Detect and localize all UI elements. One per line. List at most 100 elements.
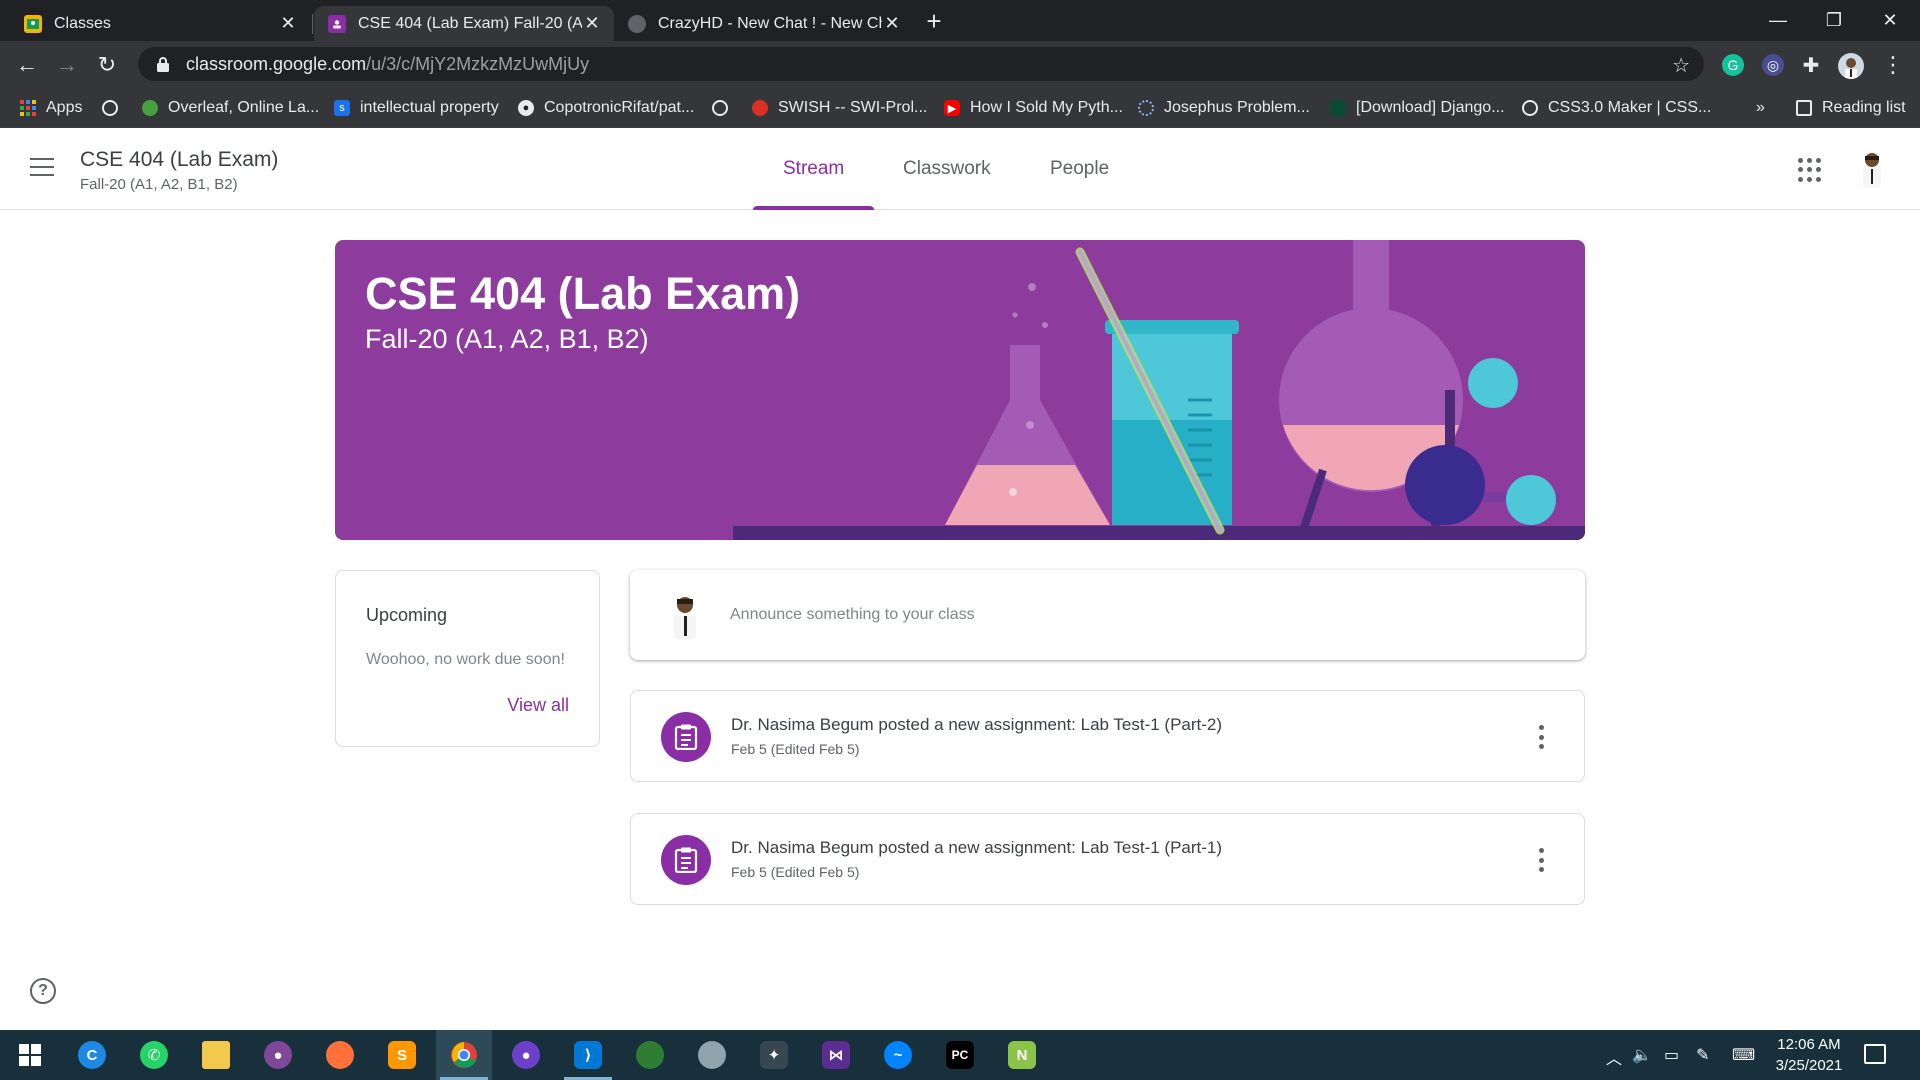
pen-icon[interactable]: ✎ <box>1696 1045 1709 1065</box>
chrome-menu-icon[interactable]: ⋮ <box>1878 50 1908 80</box>
windows-start-icon[interactable] <box>2 1030 58 1080</box>
visual-studio-icon[interactable]: ⋈ <box>808 1030 864 1080</box>
course-title[interactable]: CSE 404 (Lab Exam) <box>80 148 278 172</box>
close-window-button[interactable]: ✕ <box>1860 0 1920 41</box>
messenger-icon[interactable]: ~ <box>870 1030 926 1080</box>
bookmark-label: SWISH -- SWI-Prol... <box>778 99 928 116</box>
tab-classwork[interactable]: Classwork <box>873 128 1021 210</box>
bookmark-star-icon[interactable]: ☆ <box>1672 53 1690 78</box>
swish-icon <box>752 100 768 116</box>
earth-icon[interactable] <box>622 1030 678 1080</box>
ccleaner-icon[interactable]: C <box>64 1030 120 1080</box>
stream-post[interactable]: Dr. Nasima Begum posted a new assignment… <box>630 690 1585 782</box>
bookmark-label: CSS3.0 Maker | CSS... <box>1548 99 1712 116</box>
post-date: Feb 5 (Edited Feb 5) <box>731 741 860 757</box>
notification-center-icon[interactable] <box>1864 1044 1886 1064</box>
bookmark-intellectual-property[interactable]: s intellectual property <box>334 96 499 120</box>
vscode-icon[interactable]: ⟩ <box>560 1030 616 1080</box>
view-all-link[interactable]: View all <box>507 695 569 716</box>
bookmark-django[interactable]: [Download] Django... <box>1330 96 1505 120</box>
bookmark-label: How I Sold My Pyth... <box>970 99 1123 116</box>
post-title[interactable]: Dr. Nasima Begum posted a new assignment… <box>731 838 1222 858</box>
profile-avatar[interactable] <box>1838 53 1864 79</box>
reading-list-button[interactable]: Reading list <box>1796 96 1906 120</box>
pycharm-icon[interactable]: PC <box>932 1030 988 1080</box>
tab-crazyhd[interactable]: CrazyHD - New Chat ! - New Cha ✕ <box>614 6 914 41</box>
bookmark-apps[interactable]: Apps <box>20 96 82 120</box>
tab-divider <box>312 14 313 34</box>
back-button[interactable]: ← <box>12 50 42 80</box>
github-icon: ● <box>518 100 534 116</box>
network-icon[interactable]: ▭ <box>1664 1045 1679 1065</box>
main-menu-icon[interactable] <box>30 158 58 180</box>
class-banner: CSE 404 (Lab Exam) Fall-20 (A1, A2, B1, … <box>335 240 1585 540</box>
announce-box[interactable]: Announce something to your class <box>630 570 1585 660</box>
forward-button[interactable]: → <box>52 50 82 80</box>
grammarly-icon[interactable]: G <box>1722 54 1744 76</box>
notepad-plus-plus-icon[interactable]: N <box>994 1030 1050 1080</box>
restore-button[interactable]: ❐ <box>1804 0 1864 41</box>
banner-subtitle: Fall-20 (A1, A2, B1, B2) <box>365 324 649 354</box>
django-icon <box>1330 100 1346 116</box>
reload-button[interactable]: ↻ <box>92 50 122 80</box>
spider-icon[interactable] <box>684 1030 740 1080</box>
puzzle-extensions-icon[interactable]: ✚ <box>1800 54 1822 77</box>
minimize-button[interactable]: — <box>1748 0 1808 41</box>
tor-browser-icon[interactable]: ● <box>250 1030 306 1080</box>
bookmark-github[interactable]: ● CopotronicRifat/pat... <box>518 96 694 120</box>
firefox-icon[interactable] <box>312 1030 368 1080</box>
extension-icon[interactable]: ◎ <box>1762 54 1784 76</box>
windows-taskbar: C ✆ ● S ● ⟩ ✦ ⋈ ~ PC N ︿ 🔈 ▭ ✎ ⌨ 12:06 A… <box>0 1030 1920 1080</box>
file-explorer-icon[interactable] <box>188 1030 244 1080</box>
inkscape-icon[interactable]: ✦ <box>746 1030 802 1080</box>
apps-grid-icon <box>20 100 36 116</box>
url-text: classroom.google.com/u/3/c/MjY2MzkzMzUwM… <box>186 54 589 75</box>
sublime-text-icon[interactable]: S <box>374 1030 430 1080</box>
loading-icon <box>1138 100 1154 116</box>
stream-post[interactable]: Dr. Nasima Begum posted a new assignment… <box>630 813 1585 905</box>
tab-cse404[interactable]: CSE 404 (Lab Exam) Fall-20 (A1, A ✕ <box>314 6 614 41</box>
bookmark-josephus[interactable]: Josephus Problem... <box>1138 96 1310 120</box>
globe-icon <box>102 100 118 116</box>
globe-icon <box>712 100 728 116</box>
course-section: Fall-20 (A1, A2, B1, B2) <box>80 176 238 193</box>
close-tab-icon[interactable]: ✕ <box>882 13 902 34</box>
upcoming-card: Upcoming Woohoo, no work due soon! View … <box>335 570 600 747</box>
close-tab-icon[interactable]: ✕ <box>278 13 298 34</box>
google-apps-icon[interactable] <box>1798 158 1822 182</box>
chrome-icon[interactable] <box>436 1030 492 1080</box>
close-tab-icon[interactable]: ✕ <box>582 13 602 34</box>
reading-list-icon <box>1796 100 1812 116</box>
bookmark-globe-2[interactable] <box>712 96 738 120</box>
url-path: /u/3/c/MjY2MzkzMzUwMjUy <box>366 53 590 74</box>
account-avatar[interactable] <box>1852 148 1892 188</box>
bookmark-youtube[interactable]: ▶ How I Sold My Pyth... <box>944 96 1123 120</box>
volume-icon[interactable]: 🔈 <box>1632 1045 1652 1065</box>
url-host: classroom.google.com <box>186 53 367 74</box>
tray-overflow-icon[interactable]: ︿ <box>1606 1045 1622 1069</box>
bookmark-swish[interactable]: SWISH -- SWI-Prol... <box>752 96 927 120</box>
new-tab-button[interactable]: + <box>920 8 948 36</box>
bookmark-globe[interactable] <box>102 96 128 120</box>
keyboard-icon[interactable]: ⌨ <box>1732 1045 1755 1065</box>
tab-classes[interactable]: Classes ✕ <box>10 6 310 41</box>
assignment-icon <box>661 712 711 762</box>
bookmark-css3-maker[interactable]: CSS3.0 Maker | CSS... <box>1522 96 1711 120</box>
bookmark-overleaf[interactable]: Overleaf, Online La... <box>142 96 319 120</box>
browser-toolbar: ← → ↻ classroom.google.com/u/3/c/MjY2Mzk… <box>0 41 1920 88</box>
bookmark-label: [Download] Django... <box>1356 99 1505 116</box>
post-title[interactable]: Dr. Nasima Begum posted a new assignment… <box>731 715 1222 735</box>
more-options-icon[interactable] <box>1538 848 1544 872</box>
upcoming-title: Upcoming <box>366 605 448 625</box>
banner-title: CSE 404 (Lab Exam) <box>365 268 801 319</box>
more-options-icon[interactable] <box>1538 725 1544 749</box>
bookmarks-overflow-button[interactable]: » <box>1756 96 1765 120</box>
address-bar[interactable]: classroom.google.com/u/3/c/MjY2MzkzMzUwM… <box>138 47 1704 81</box>
tab-stream[interactable]: Stream <box>753 128 875 210</box>
user-avatar <box>660 590 710 640</box>
system-clock[interactable]: 12:06 AM 3/25/2021 <box>1766 1034 1852 1076</box>
help-icon[interactable]: ? <box>30 978 56 1004</box>
tab-people[interactable]: People <box>1020 128 1139 210</box>
github-desktop-icon[interactable]: ● <box>498 1030 554 1080</box>
whatsapp-icon[interactable]: ✆ <box>126 1030 182 1080</box>
